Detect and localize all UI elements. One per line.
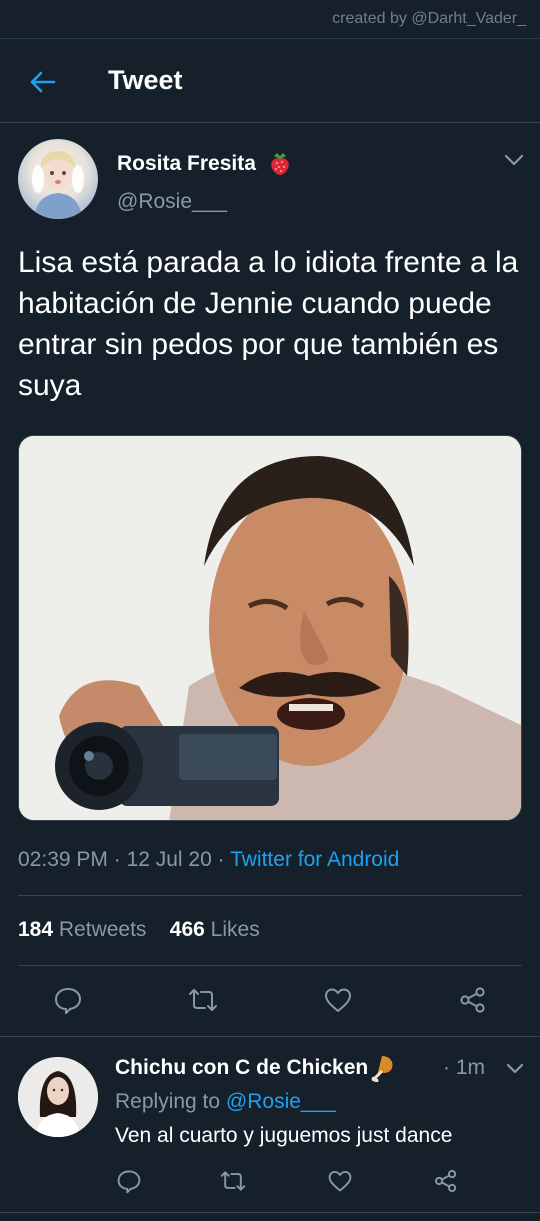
tweet-text: Lisa está parada a lo idiota frente a la…: [18, 246, 519, 402]
reply-icon[interactable]: [53, 985, 83, 1015]
tweet-date: 12 Jul 20: [126, 848, 212, 871]
watermark: created by @Darht_Vader_: [332, 10, 526, 27]
reply-text: Ven al cuarto y juguemos just dance: [115, 1124, 453, 1147]
reply-author-avatar[interactable]: [18, 1057, 98, 1137]
tweet-stats: 184 Retweets 466 Likes: [18, 918, 260, 942]
divider: [18, 965, 522, 966]
strawberry-icon: [271, 153, 289, 175]
drumstick-icon: [371, 1056, 393, 1082]
retweet-icon[interactable]: [188, 985, 218, 1015]
mention-link[interactable]: @Rosie___: [226, 1090, 336, 1113]
like-icon[interactable]: [323, 985, 353, 1015]
share-icon[interactable]: [458, 985, 488, 1015]
chevron-down-icon[interactable]: [503, 152, 525, 168]
divider: [0, 1036, 540, 1037]
likes-stat[interactable]: 466 Likes: [170, 918, 260, 941]
author-avatar[interactable]: [18, 139, 98, 219]
reply-icon[interactable]: [116, 1168, 142, 1194]
divider: [0, 1212, 540, 1213]
tweet-source-link[interactable]: Twitter for Android: [230, 848, 399, 871]
replying-to-line: Replying to @Rosie___: [115, 1090, 336, 1113]
arrow-left-icon[interactable]: [26, 66, 58, 98]
author-handle[interactable]: @Rosie___: [117, 190, 227, 214]
author-name[interactable]: Rosita Fresita: [117, 152, 256, 176]
tweet-image[interactable]: [18, 435, 522, 821]
reply-time: · 1m: [443, 1056, 485, 1079]
tweet-meta: 02:39 PM · 12 Jul 20 · Twitter for Andro…: [18, 848, 400, 871]
divider: [18, 895, 522, 896]
chevron-down-icon[interactable]: [505, 1062, 525, 1076]
like-icon[interactable]: [327, 1168, 353, 1194]
top-bar: Tweet: [0, 38, 540, 123]
tweet-time: 02:39 PM: [18, 848, 108, 871]
reply-author-name[interactable]: Chichu con C de Chicken: [115, 1056, 368, 1080]
page-title: Tweet: [108, 65, 183, 95]
share-icon[interactable]: [433, 1168, 459, 1194]
retweets-stat[interactable]: 184 Retweets: [18, 918, 146, 941]
retweet-icon[interactable]: [220, 1168, 246, 1194]
